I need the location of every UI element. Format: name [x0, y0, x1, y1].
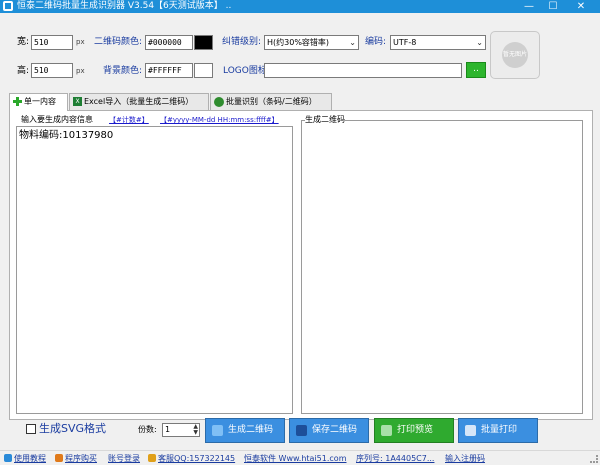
count-label: 份数: — [138, 425, 157, 434]
cart-icon — [55, 454, 63, 462]
encoding-label: 编码: — [365, 37, 387, 47]
width-input[interactable]: 510 — [31, 35, 73, 50]
title-bar: 恒泰二维码批量生成识别器 V3.54【6天测试版本】 .. — ☐ ✕ — [0, 0, 600, 13]
close-button[interactable]: ✕ — [568, 0, 594, 13]
bg-color-input[interactable]: #FFFFFF — [145, 63, 193, 78]
encoding-select[interactable]: UTF-8 ⌄ — [390, 35, 486, 50]
counter-token-link[interactable]: 【#计数#】 — [109, 114, 149, 126]
qr-output-area — [301, 120, 583, 414]
height-label: 高: — [17, 66, 30, 76]
datetime-token-link[interactable]: 【#yyyy-MM-dd HH:mm:ss:ffff#】 — [160, 114, 279, 126]
register-link[interactable]: 输入注册码 — [445, 452, 485, 465]
help-icon — [4, 454, 12, 462]
logo-placeholder-icon: 暂无图片 — [502, 42, 528, 68]
minimize-button[interactable]: — — [516, 0, 542, 13]
save-icon — [296, 425, 307, 436]
svg-checkbox[interactable] — [26, 424, 36, 434]
qq-link[interactable]: 客服QQ:157322145 — [148, 452, 235, 465]
bg-color-swatch[interactable] — [194, 63, 213, 78]
tab-excel-import[interactable]: X Excel导入（批量生成二维码） — [69, 93, 209, 110]
count-stepper[interactable]: 1 ▲ ▼ — [162, 423, 200, 437]
login-link[interactable]: 账号登录 — [108, 452, 140, 465]
logo-path-input[interactable] — [264, 63, 462, 78]
tutorial-link[interactable]: 使用教程 — [4, 452, 46, 465]
content-input[interactable]: 物料编码:10137980 — [16, 126, 293, 414]
resize-grip[interactable] — [590, 455, 598, 463]
window-title: 恒泰二维码批量生成识别器 V3.54【6天测试版本】 .. — [17, 1, 232, 11]
app-icon — [3, 1, 13, 11]
save-button[interactable]: 保存二维码 — [289, 418, 369, 443]
excel-icon: X — [73, 97, 82, 106]
spinner-icon[interactable]: ▲ ▼ — [193, 424, 198, 436]
website-link[interactable]: 恒泰软件 Www.htai51.com — [244, 452, 347, 465]
gear-icon — [212, 425, 223, 436]
printer-icon — [465, 425, 476, 436]
qr-color-input[interactable]: #000000 — [145, 35, 193, 50]
status-bar: 使用教程 程序购买 账号登录 客服QQ:157322145 恒泰软件 Www.h… — [0, 450, 600, 465]
svg-checkbox-label[interactable]: 生成SVG格式 — [39, 422, 106, 436]
browse-logo-button[interactable]: .. — [466, 62, 486, 78]
qr-color-swatch[interactable] — [194, 35, 213, 50]
output-group-label: 生成二维码 — [305, 114, 345, 126]
print-preview-button[interactable]: 打印预览 — [374, 418, 454, 443]
batch-print-button[interactable]: 批量打印 — [458, 418, 538, 443]
buy-link[interactable]: 程序购买 — [55, 452, 97, 465]
bg-color-label: 背景颜色: — [103, 66, 143, 76]
tab-single-content[interactable]: 单一内容 — [9, 93, 68, 111]
qr-color-label: 二维码颜色: — [94, 37, 143, 47]
ecc-select[interactable]: H(约30%容错率) ⌄ — [264, 35, 359, 50]
chevron-down-icon: ⌄ — [476, 38, 483, 47]
height-unit: px — [76, 67, 85, 75]
maximize-button[interactable]: ☐ — [540, 0, 566, 13]
width-label: 宽: — [17, 37, 30, 47]
input-group-label: 输入要生成内容信息 — [21, 114, 93, 126]
tab-batch-recognize[interactable]: 批量识别（条码/二维码） — [210, 93, 332, 110]
qq-icon — [148, 454, 156, 462]
logo-label: LOGO图标: — [223, 66, 270, 76]
preview-icon — [381, 425, 392, 436]
scan-icon — [214, 96, 224, 107]
logo-preview[interactable]: 暂无图片 — [490, 31, 540, 79]
plus-icon — [13, 97, 22, 106]
height-input[interactable]: 510 — [31, 63, 73, 78]
ecc-label: 纠错级别: — [222, 37, 262, 47]
serial-number: 序列号: 1A4405C7... — [356, 454, 435, 463]
generate-button[interactable]: 生成二维码 — [205, 418, 285, 443]
width-unit: px — [76, 38, 85, 46]
chevron-down-icon: ⌄ — [349, 38, 356, 47]
